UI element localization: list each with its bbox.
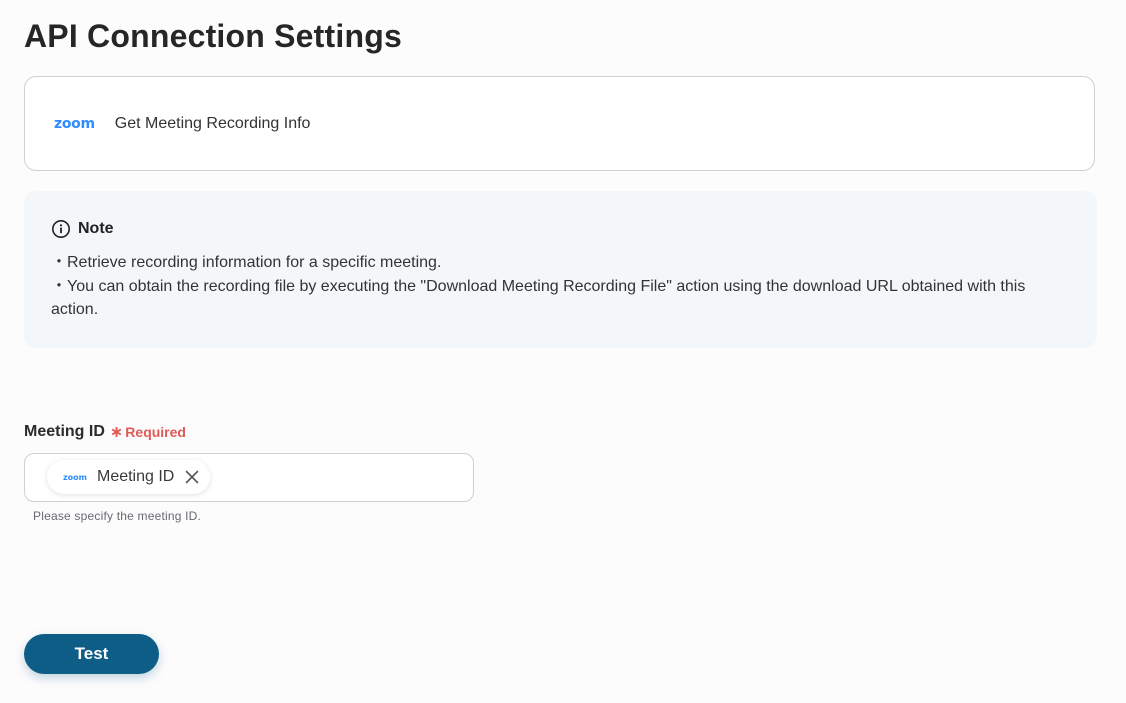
chip-label: Meeting ID — [96, 468, 175, 485]
required-asterisk: ∗ — [109, 424, 124, 441]
note-title: Note — [78, 220, 114, 237]
meeting-id-input[interactable]: zoom Meeting ID — [24, 453, 474, 502]
info-icon — [51, 219, 71, 239]
meeting-id-chip[interactable]: zoom Meeting ID — [47, 460, 211, 494]
zoom-logo: zoom — [54, 115, 95, 132]
test-button[interactable]: Test — [24, 634, 159, 674]
note-header: Note — [51, 219, 1070, 239]
meeting-id-helper-text: Please specify the meeting ID. — [33, 509, 202, 523]
note-box: Note ・Retrieve recording information for… — [24, 191, 1097, 348]
app-action-card: zoom Get Meeting Recording Info — [24, 76, 1095, 171]
page-title: API Connection Settings — [24, 18, 402, 54]
action-name: Get Meeting Recording Info — [114, 114, 311, 132]
note-line: ・You can obtain the recording file by ex… — [51, 278, 1026, 318]
meeting-id-label-row: Meeting ID ∗ Required — [24, 422, 186, 442]
zoom-logo: zoom — [63, 472, 87, 482]
meeting-id-label: Meeting ID — [24, 423, 105, 440]
close-icon[interactable] — [184, 469, 200, 485]
page: API Connection Settings zoom Get Meeting… — [0, 0, 1126, 703]
note-line: ・Retrieve recording information for a sp… — [51, 254, 442, 271]
required-badge: Required — [125, 424, 186, 440]
